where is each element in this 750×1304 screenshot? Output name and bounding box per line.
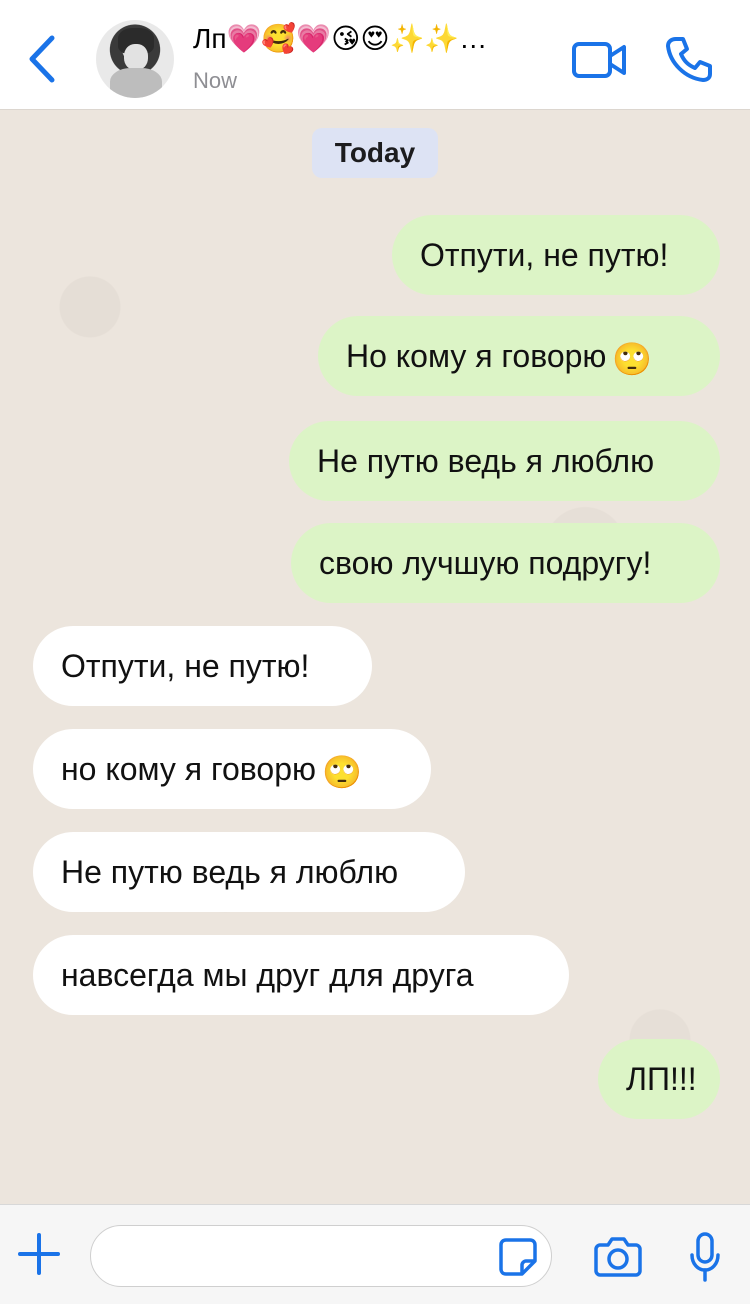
- message-text: но кому я говорю: [61, 751, 316, 787]
- message-text: Отпути, не путю!: [420, 237, 669, 273]
- message-bubble-outgoing[interactable]: Не путю ведь я люблю: [289, 421, 720, 501]
- message-text: ЛП!!!: [626, 1061, 697, 1097]
- message-bubble-incoming[interactable]: Отпути, не путю!: [33, 626, 372, 706]
- video-call-button[interactable]: [570, 38, 630, 82]
- microphone-button[interactable]: [688, 1231, 722, 1283]
- eye-roll-emoji: 🙄: [321, 753, 362, 790]
- message-bubble-outgoing[interactable]: ЛП!!!: [598, 1039, 720, 1119]
- camera-icon: [594, 1237, 642, 1277]
- plus-icon: [18, 1233, 60, 1275]
- contact-avatar[interactable]: [96, 20, 174, 98]
- message-bubble-incoming[interactable]: но кому я говорю 🙄: [33, 729, 431, 809]
- date-chip: Today: [312, 128, 438, 178]
- eye-roll-emoji: 🙄: [612, 340, 653, 377]
- message-text: навсегда мы друг для друга: [61, 957, 474, 993]
- voice-call-button[interactable]: [664, 34, 714, 84]
- attach-button[interactable]: [16, 1231, 62, 1277]
- message-text: свою лучшую подругу!: [319, 545, 652, 581]
- contact-name[interactable]: Лп💗🥰💗😘😍✨✨…: [193, 22, 553, 62]
- phone-icon: [666, 37, 712, 82]
- message-text: Не путю ведь я люблю: [61, 854, 399, 890]
- message-list[interactable]: Today Отпути, не путю! Но кому я говорю 🙄…: [0, 110, 750, 1204]
- message-bubble-incoming[interactable]: Не путю ведь я люблю: [33, 832, 465, 912]
- message-text: Но кому я говорю: [346, 338, 607, 374]
- message-bubble-outgoing[interactable]: Отпути, не путю!: [392, 215, 720, 295]
- sticker-button[interactable]: [498, 1237, 538, 1277]
- back-button[interactable]: [22, 32, 66, 86]
- message-input[interactable]: [90, 1225, 552, 1287]
- contact-status: Now: [193, 68, 238, 93]
- message-text: Не путю ведь я люблю: [317, 443, 655, 479]
- chat-header: Лп💗🥰💗😘😍✨✨… Now: [0, 0, 750, 110]
- message-bubble-outgoing[interactable]: Но кому я говорю 🙄: [318, 316, 720, 396]
- message-bubble-outgoing[interactable]: свою лучшую подругу!: [291, 523, 720, 603]
- message-text: Отпути, не путю!: [61, 648, 310, 684]
- compose-bar: [0, 1204, 750, 1304]
- chevron-left-icon: [29, 35, 55, 83]
- camera-button[interactable]: [594, 1235, 642, 1277]
- sticker-icon: [499, 1238, 537, 1276]
- video-camera-icon: [572, 42, 626, 78]
- message-bubble-incoming[interactable]: навсегда мы друг для друга: [33, 935, 569, 1015]
- microphone-icon: [690, 1232, 720, 1282]
